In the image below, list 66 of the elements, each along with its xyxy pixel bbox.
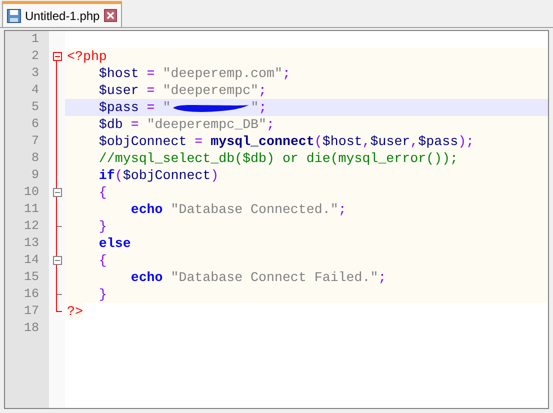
line-number: 16 bbox=[22, 286, 40, 303]
keyword: else bbox=[98, 235, 131, 252]
line-number: 12 bbox=[22, 218, 40, 235]
operator: { bbox=[98, 184, 107, 201]
variable: $db bbox=[98, 116, 123, 133]
operator: ) bbox=[210, 167, 219, 184]
operator: , bbox=[362, 133, 370, 150]
line-number: 15 bbox=[22, 269, 40, 286]
line-number: 18 bbox=[22, 320, 40, 337]
variable: $host bbox=[322, 133, 362, 150]
variable: $objConnect bbox=[122, 167, 211, 184]
operator: ; bbox=[266, 116, 274, 133]
line-number: 8 bbox=[30, 150, 40, 167]
string-literal: " bbox=[162, 99, 171, 116]
operator: = bbox=[146, 65, 156, 82]
operator: = bbox=[194, 133, 204, 150]
line-number: 17 bbox=[22, 303, 40, 320]
file-tab[interactable]: Untitled-1.php bbox=[2, 1, 122, 27]
operator: } bbox=[98, 218, 107, 235]
keyword: echo bbox=[130, 269, 163, 286]
operator: ; bbox=[258, 82, 267, 99]
php-tag: <?php bbox=[67, 48, 107, 65]
variable: $user bbox=[370, 133, 410, 150]
keyword: if bbox=[98, 167, 115, 184]
variable: $objConnect bbox=[98, 133, 187, 150]
operator: ( bbox=[114, 167, 123, 184]
string-literal: "Database Connected." bbox=[170, 201, 338, 218]
string-literal: "deeperemp.com" bbox=[162, 65, 282, 82]
line-number: 9 bbox=[30, 167, 40, 184]
operator: ); bbox=[458, 133, 474, 150]
line-number: 5 bbox=[30, 99, 40, 116]
string-literal: "deeperempc" bbox=[162, 82, 259, 99]
line-number: 4 bbox=[30, 82, 40, 99]
variable: $user bbox=[98, 82, 139, 99]
operator: ( bbox=[314, 133, 322, 150]
operator: ; bbox=[338, 201, 346, 218]
line-number: 11 bbox=[22, 201, 40, 218]
line-number: 7 bbox=[30, 133, 40, 150]
line-number: 14 bbox=[22, 252, 40, 269]
keyword: echo bbox=[130, 201, 163, 218]
line-number: 6 bbox=[30, 116, 40, 133]
operator: = bbox=[146, 82, 156, 99]
string-literal: " bbox=[250, 99, 259, 116]
line-number: 3 bbox=[30, 65, 40, 82]
line-number: 13 bbox=[22, 235, 40, 252]
operator: { bbox=[98, 252, 107, 269]
close-icon[interactable] bbox=[104, 9, 117, 22]
line-number: 1 bbox=[30, 31, 40, 48]
function-name: mysql_connect bbox=[210, 133, 314, 150]
operator: ; bbox=[378, 269, 386, 286]
operator: ; bbox=[282, 65, 290, 82]
php-tag: ?> bbox=[67, 303, 83, 320]
code-editor[interactable] bbox=[4, 30, 549, 409]
operator: = bbox=[146, 99, 156, 116]
line-number: 2 bbox=[30, 48, 40, 65]
operator: , bbox=[410, 133, 418, 150]
operator: ; bbox=[258, 99, 267, 116]
variable: $pass bbox=[98, 99, 139, 116]
code-comment: //mysql_select_db($db) or die(mysql_error()); bbox=[98, 150, 458, 167]
operator: } bbox=[98, 286, 107, 303]
operator: = bbox=[130, 116, 140, 133]
variable: $pass bbox=[418, 133, 458, 150]
string-literal: "Database Connect Failed." bbox=[170, 269, 378, 286]
string-literal: "deeperempc_DB" bbox=[146, 116, 267, 133]
line-number: 10 bbox=[22, 184, 40, 201]
variable: $host bbox=[98, 65, 139, 82]
